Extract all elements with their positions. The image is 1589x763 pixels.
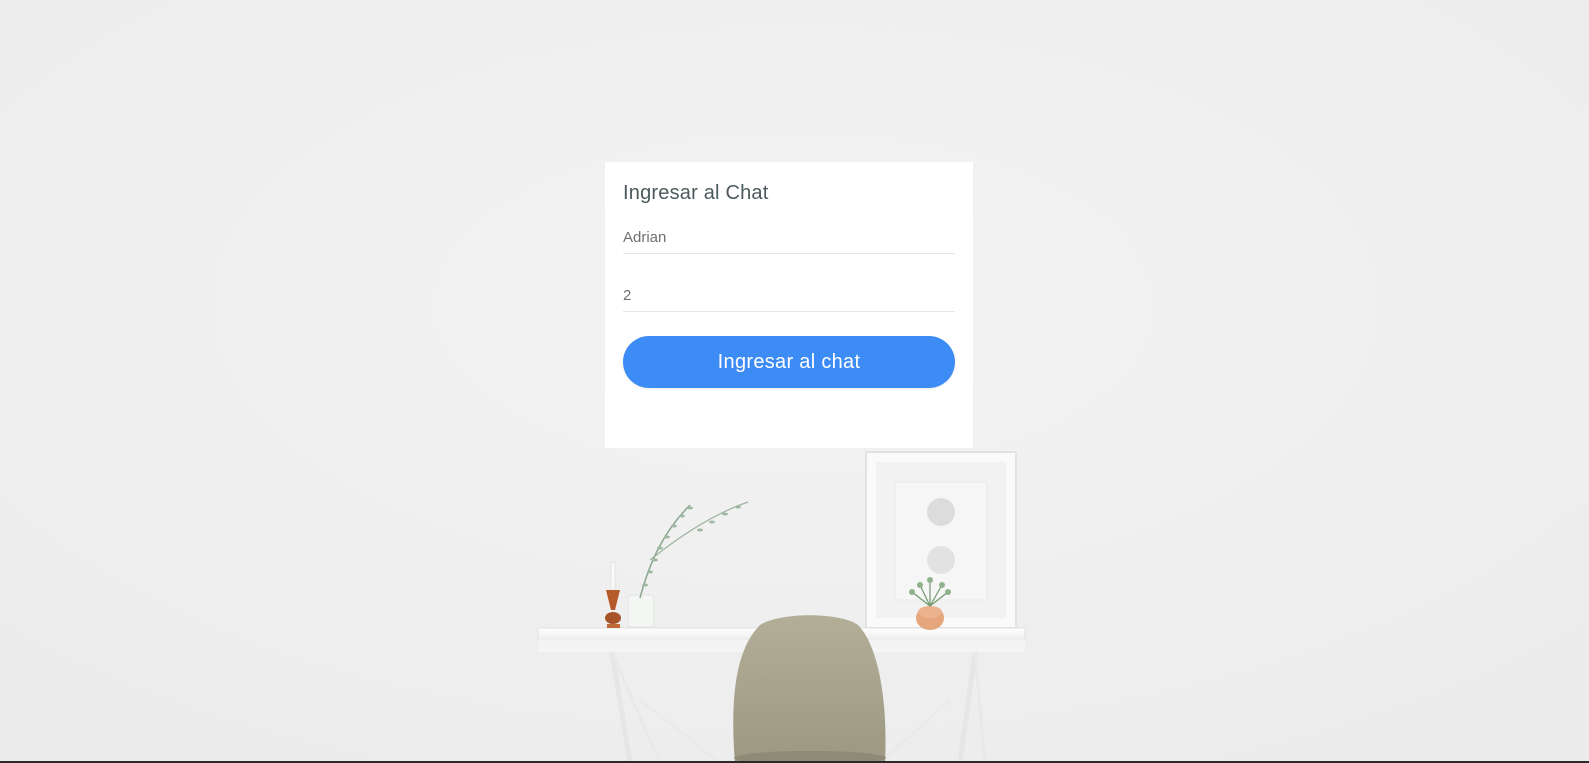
login-card: Ingresar al Chat Ingresar al chat — [605, 162, 973, 448]
enter-chat-button[interactable]: Ingresar al chat — [623, 336, 955, 388]
chair — [733, 615, 886, 763]
name-input[interactable] — [623, 228, 955, 254]
picture-frame — [865, 451, 1017, 629]
room-input[interactable] — [623, 286, 955, 312]
card-title: Ingresar al Chat — [623, 182, 769, 204]
